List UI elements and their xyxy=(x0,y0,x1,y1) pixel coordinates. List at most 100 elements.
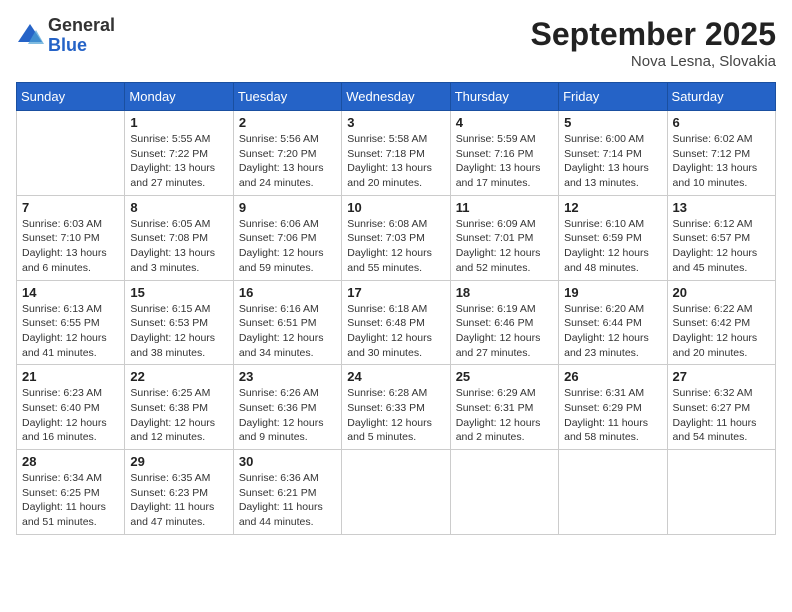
day-number: 11 xyxy=(456,200,553,215)
calendar-cell: 9 Sunrise: 6:06 AMSunset: 7:06 PMDaylight… xyxy=(233,195,341,280)
day-number: 9 xyxy=(239,200,336,215)
calendar-cell: 27Sunrise: 6:32 AMSunset: 6:27 PMDayligh… xyxy=(667,365,775,450)
logo-blue: Blue xyxy=(48,36,115,56)
day-number: 12 xyxy=(564,200,661,215)
day-info: Sunrise: 5:56 AMSunset: 7:20 PMDaylight:… xyxy=(239,132,336,191)
calendar-cell: 6 Sunrise: 6:02 AMSunset: 7:12 PMDaylight… xyxy=(667,111,775,196)
day-info: Sunrise: 6:29 AMSunset: 6:31 PMDaylight:… xyxy=(456,386,553,445)
calendar-cell xyxy=(450,450,558,535)
calendar-week-row: 28 Sunrise: 6:34 AMSunset: 6:25 PMDayligh… xyxy=(17,450,776,535)
day-number: 13 xyxy=(673,200,770,215)
day-of-week-header: Saturday xyxy=(667,83,775,111)
page-header: General Blue September 2025 Nova Lesna, … xyxy=(16,16,776,70)
calendar-cell: 2Sunrise: 5:56 AMSunset: 7:20 PMDaylight… xyxy=(233,111,341,196)
day-of-week-header: Thursday xyxy=(450,83,558,111)
day-info: Sunrise: 6:16 AMSunset: 6:51 PMDaylight:… xyxy=(239,302,336,361)
day-number: 28 xyxy=(22,454,119,469)
day-number: 19 xyxy=(564,285,661,300)
calendar-cell: 30 Sunrise: 6:36 AMSunset: 6:21 PMDayligh… xyxy=(233,450,341,535)
day-info: Sunrise: 6:22 AMSunset: 6:42 PMDaylight:… xyxy=(673,302,770,361)
day-info: Sunrise: 6:34 AMSunset: 6:25 PMDaylight:… xyxy=(22,471,119,530)
calendar-cell: 19 Sunrise: 6:20 AMSunset: 6:44 PMDayligh… xyxy=(559,280,667,365)
day-info: Sunrise: 6:13 AMSunset: 6:55 PMDaylight:… xyxy=(22,302,119,361)
day-of-week-header: Wednesday xyxy=(342,83,450,111)
calendar-cell: 21Sunrise: 6:23 AMSunset: 6:40 PMDayligh… xyxy=(17,365,125,450)
calendar-cell: 20 Sunrise: 6:22 AMSunset: 6:42 PMDayligh… xyxy=(667,280,775,365)
calendar-table: SundayMondayTuesdayWednesdayThursdayFrid… xyxy=(16,82,776,535)
calendar-cell: 7Sunrise: 6:03 AMSunset: 7:10 PMDaylight… xyxy=(17,195,125,280)
day-number: 20 xyxy=(673,285,770,300)
calendar-header-row: SundayMondayTuesdayWednesdayThursdayFrid… xyxy=(17,83,776,111)
calendar-week-row: 7Sunrise: 6:03 AMSunset: 7:10 PMDaylight… xyxy=(17,195,776,280)
day-info: Sunrise: 6:18 AMSunset: 6:48 PMDaylight:… xyxy=(347,302,444,361)
logo: General Blue xyxy=(16,16,115,56)
day-number: 7 xyxy=(22,200,119,215)
calendar-cell: 10 Sunrise: 6:08 AMSunset: 7:03 PMDayligh… xyxy=(342,195,450,280)
calendar-cell xyxy=(667,450,775,535)
calendar-cell: 29 Sunrise: 6:35 AMSunset: 6:23 PMDayligh… xyxy=(125,450,233,535)
calendar-cell: 13 Sunrise: 6:12 AMSunset: 6:57 PMDayligh… xyxy=(667,195,775,280)
day-info: Sunrise: 6:08 AMSunset: 7:03 PMDaylight:… xyxy=(347,217,444,276)
day-info: Sunrise: 5:59 AMSunset: 7:16 PMDaylight:… xyxy=(456,132,553,191)
calendar-cell: 17 Sunrise: 6:18 AMSunset: 6:48 PMDayligh… xyxy=(342,280,450,365)
day-info: Sunrise: 6:36 AMSunset: 6:21 PMDaylight:… xyxy=(239,471,336,530)
day-of-week-header: Monday xyxy=(125,83,233,111)
calendar-cell: 16Sunrise: 6:16 AMSunset: 6:51 PMDayligh… xyxy=(233,280,341,365)
calendar-cell: 15 Sunrise: 6:15 AMSunset: 6:53 PMDayligh… xyxy=(125,280,233,365)
calendar-cell: 14 Sunrise: 6:13 AMSunset: 6:55 PMDayligh… xyxy=(17,280,125,365)
day-info: Sunrise: 5:55 AMSunset: 7:22 PMDaylight:… xyxy=(130,132,227,191)
day-of-week-header: Sunday xyxy=(17,83,125,111)
calendar-cell: 26Sunrise: 6:31 AMSunset: 6:29 PMDayligh… xyxy=(559,365,667,450)
day-number: 8 xyxy=(130,200,227,215)
day-number: 10 xyxy=(347,200,444,215)
day-number: 29 xyxy=(130,454,227,469)
calendar-week-row: 21Sunrise: 6:23 AMSunset: 6:40 PMDayligh… xyxy=(17,365,776,450)
day-info: Sunrise: 5:58 AMSunset: 7:18 PMDaylight:… xyxy=(347,132,444,191)
day-number: 23 xyxy=(239,369,336,384)
title-area: September 2025 Nova Lesna, Slovakia xyxy=(531,16,776,70)
day-number: 6 xyxy=(673,115,770,130)
day-of-week-header: Friday xyxy=(559,83,667,111)
day-info: Sunrise: 6:20 AMSunset: 6:44 PMDaylight:… xyxy=(564,302,661,361)
calendar-cell: 22Sunrise: 6:25 AMSunset: 6:38 PMDayligh… xyxy=(125,365,233,450)
day-number: 5 xyxy=(564,115,661,130)
day-info: Sunrise: 6:09 AMSunset: 7:01 PMDaylight:… xyxy=(456,217,553,276)
day-number: 24 xyxy=(347,369,444,384)
day-info: Sunrise: 6:35 AMSunset: 6:23 PMDaylight:… xyxy=(130,471,227,530)
day-number: 15 xyxy=(130,285,227,300)
day-info: Sunrise: 6:26 AMSunset: 6:36 PMDaylight:… xyxy=(239,386,336,445)
day-info: Sunrise: 6:02 AMSunset: 7:12 PMDaylight:… xyxy=(673,132,770,191)
calendar-cell: 18 Sunrise: 6:19 AMSunset: 6:46 PMDayligh… xyxy=(450,280,558,365)
calendar-cell: 8 Sunrise: 6:05 AMSunset: 7:08 PMDaylight… xyxy=(125,195,233,280)
day-info: Sunrise: 6:12 AMSunset: 6:57 PMDaylight:… xyxy=(673,217,770,276)
day-info: Sunrise: 6:05 AMSunset: 7:08 PMDaylight:… xyxy=(130,217,227,276)
day-number: 30 xyxy=(239,454,336,469)
calendar-cell: 11 Sunrise: 6:09 AMSunset: 7:01 PMDayligh… xyxy=(450,195,558,280)
logo-text: General Blue xyxy=(48,16,115,56)
calendar-cell xyxy=(17,111,125,196)
day-info: Sunrise: 6:23 AMSunset: 6:40 PMDaylight:… xyxy=(22,386,119,445)
day-info: Sunrise: 6:19 AMSunset: 6:46 PMDaylight:… xyxy=(456,302,553,361)
calendar-cell: 24Sunrise: 6:28 AMSunset: 6:33 PMDayligh… xyxy=(342,365,450,450)
calendar-cell xyxy=(342,450,450,535)
day-number: 3 xyxy=(347,115,444,130)
day-info: Sunrise: 6:15 AMSunset: 6:53 PMDaylight:… xyxy=(130,302,227,361)
calendar-cell: 4Sunrise: 5:59 AMSunset: 7:16 PMDaylight… xyxy=(450,111,558,196)
location: Nova Lesna, Slovakia xyxy=(531,53,776,70)
day-number: 26 xyxy=(564,369,661,384)
day-info: Sunrise: 6:25 AMSunset: 6:38 PMDaylight:… xyxy=(130,386,227,445)
day-info: Sunrise: 6:00 AMSunset: 7:14 PMDaylight:… xyxy=(564,132,661,191)
logo-icon xyxy=(16,22,44,50)
day-number: 17 xyxy=(347,285,444,300)
logo-general: General xyxy=(48,16,115,36)
day-number: 14 xyxy=(22,285,119,300)
day-info: Sunrise: 6:06 AMSunset: 7:06 PMDaylight:… xyxy=(239,217,336,276)
day-number: 25 xyxy=(456,369,553,384)
day-number: 27 xyxy=(673,369,770,384)
day-number: 18 xyxy=(456,285,553,300)
month-title: September 2025 xyxy=(531,16,776,53)
day-info: Sunrise: 6:10 AMSunset: 6:59 PMDaylight:… xyxy=(564,217,661,276)
calendar-cell: 5 Sunrise: 6:00 AMSunset: 7:14 PMDaylight… xyxy=(559,111,667,196)
calendar-week-row: 14 Sunrise: 6:13 AMSunset: 6:55 PMDayligh… xyxy=(17,280,776,365)
calendar-cell: 25 Sunrise: 6:29 AMSunset: 6:31 PMDayligh… xyxy=(450,365,558,450)
